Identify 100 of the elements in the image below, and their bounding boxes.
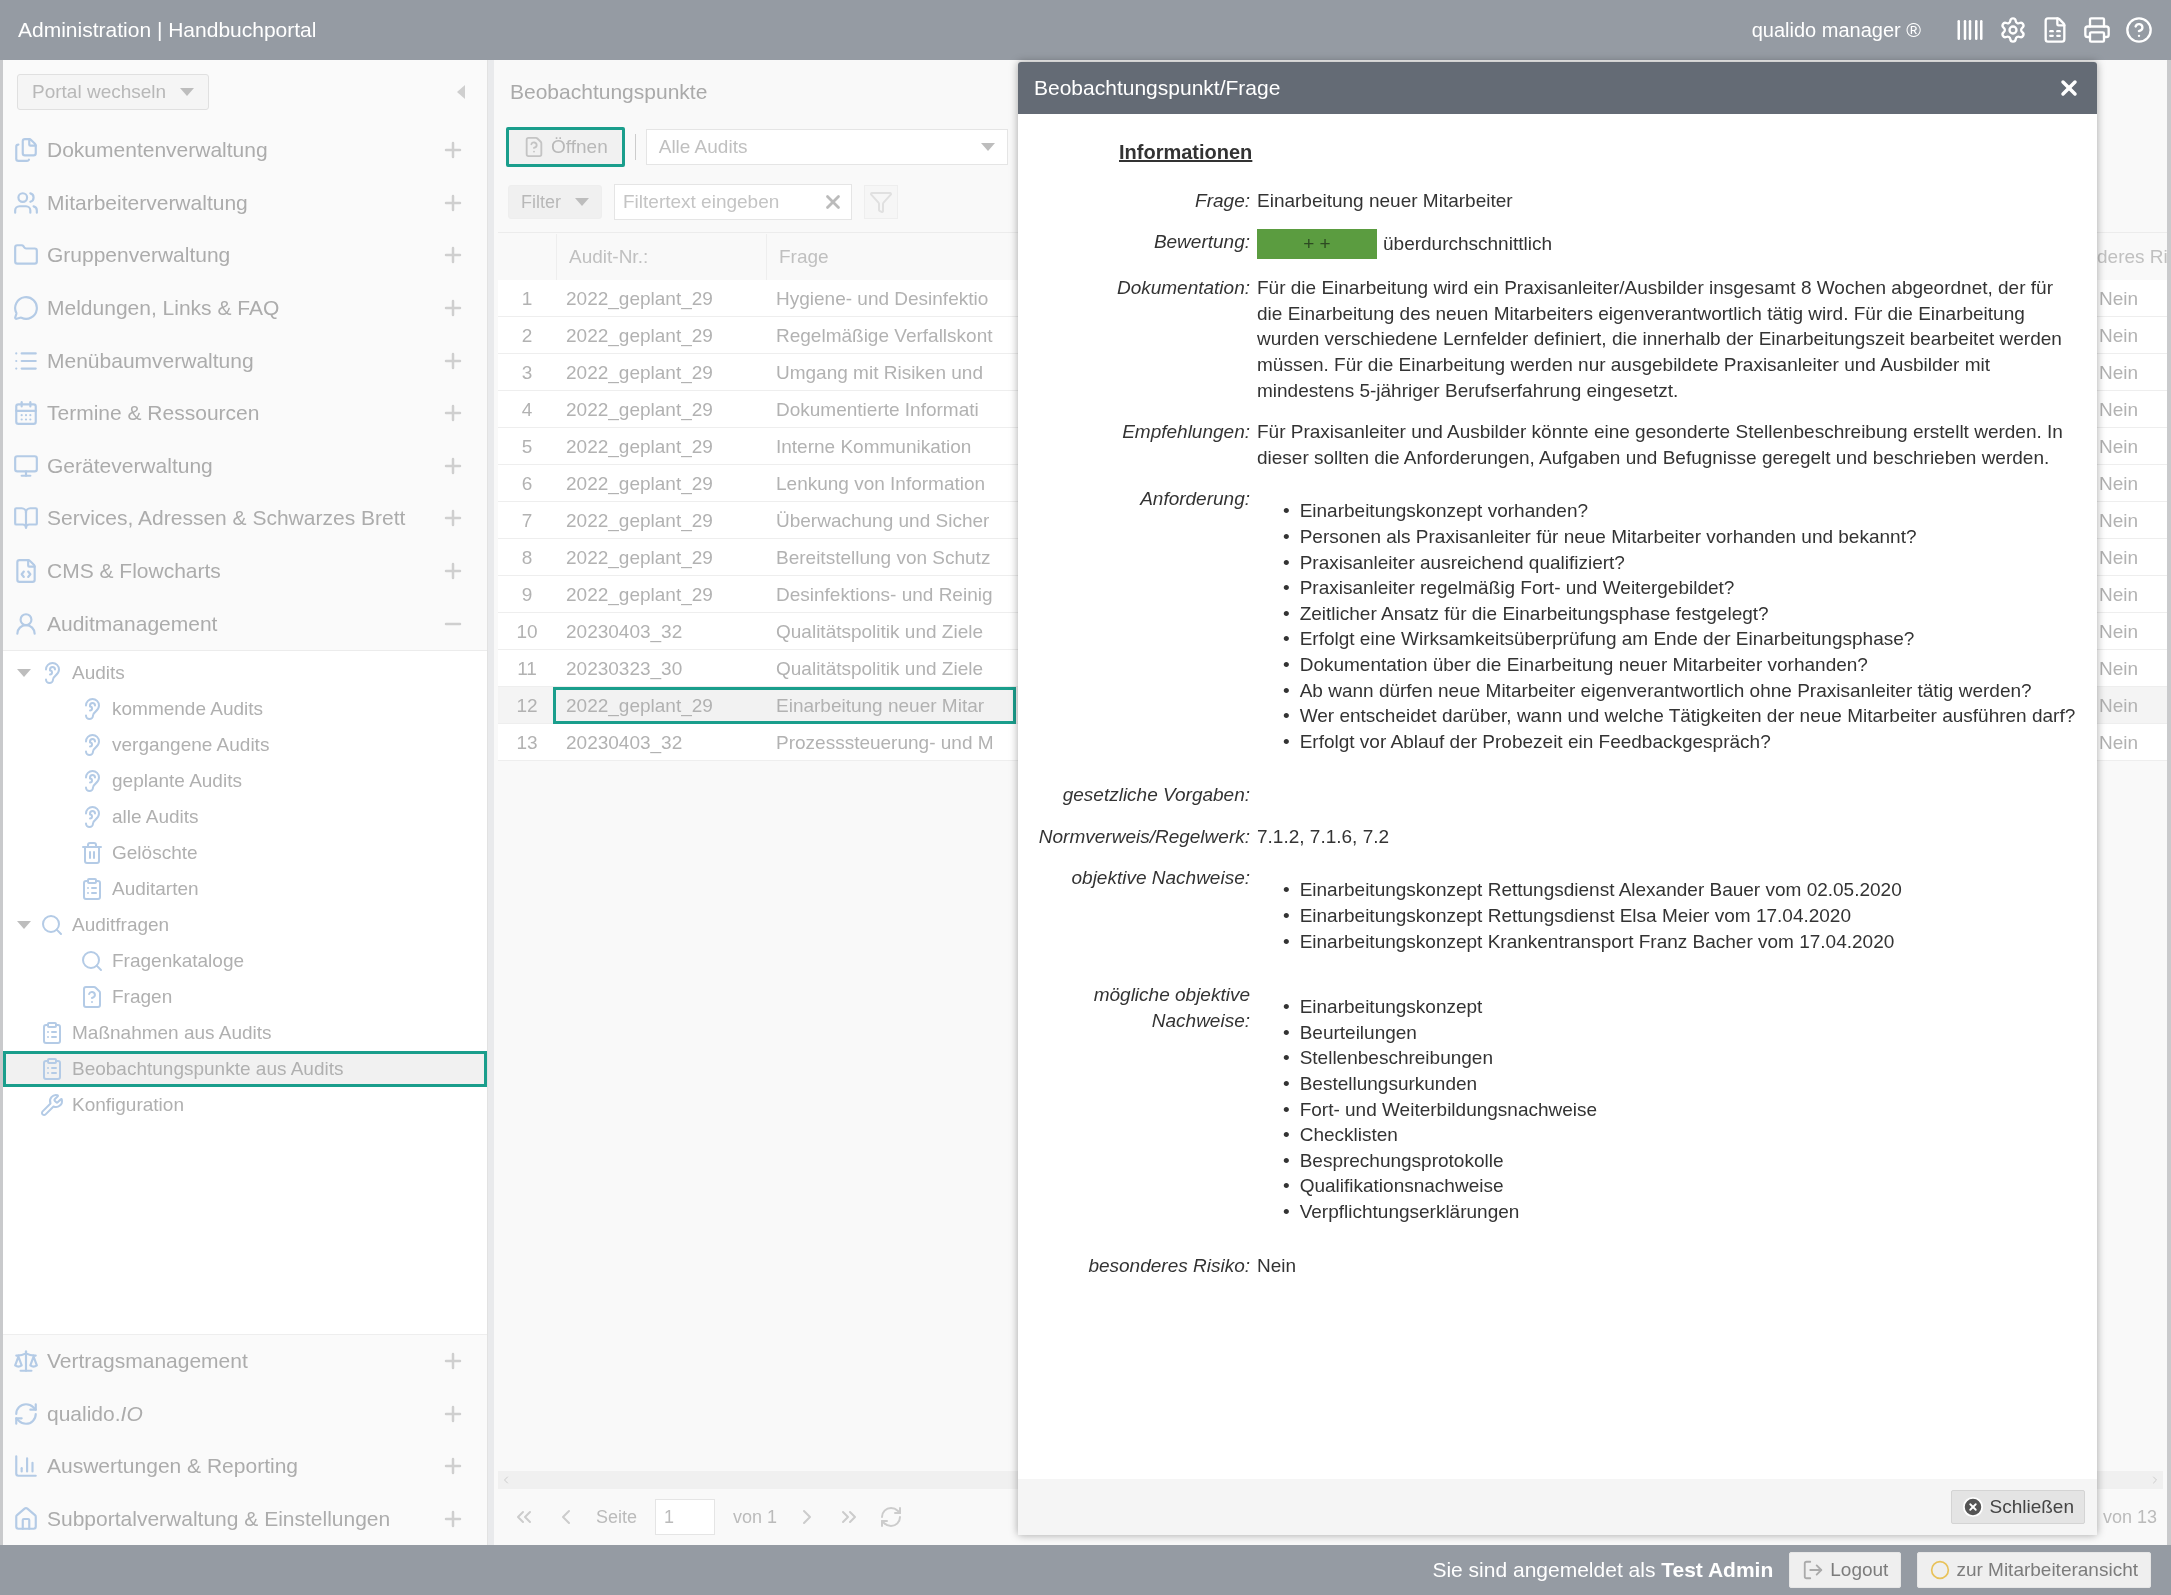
table-cell-text: 2022_geplant_29 [565, 287, 714, 310]
close-button[interactable]: Schließen [1950, 1490, 2085, 1524]
bullet: • [1283, 678, 1290, 703]
employee-view-button[interactable]: zur Mitarbeiteransicht [1917, 1552, 2151, 1588]
open-button[interactable]: Öffnen [506, 127, 625, 167]
row-number: 10 [515, 620, 539, 643]
tree-item[interactable]: geplante Audits [3, 762, 487, 799]
tree-item[interactable]: Maßnahmen aus Audits [3, 1014, 487, 1051]
filter-button[interactable]: Filter [508, 185, 602, 219]
login-status: Sie sind angemeldet als Test Admin [1432, 1558, 1774, 1582]
settings-icon[interactable] [1999, 16, 2027, 44]
sidebar-item[interactable]: Termine & Ressourcen [13, 400, 260, 427]
table-row[interactable]: 2022_geplant_29 Desinfektions- und Reinig [553, 576, 1016, 613]
clipboard-icon [40, 1020, 64, 1045]
row-number: 12 [515, 694, 539, 717]
sidebar-item[interactable]: Gruppenverwaltung [13, 242, 231, 269]
tree-item[interactable]: Gelöschte [3, 834, 487, 871]
refresh-icon[interactable] [879, 1505, 904, 1529]
sidebar-item[interactable]: Meldungen, Links & FAQ [13, 295, 280, 322]
sidebar-item[interactable]: Services, Adressen & Schwarzes Brett [13, 505, 406, 532]
list-item: Zeitlicher Ansatz für die Einarbeitungsphase festgelegt? [1299, 601, 1769, 626]
table-row[interactable]: 2022_geplant_29 Einarbeitung neuer Mitar [553, 687, 1016, 724]
table-row[interactable]: 2022_geplant_29 Dokumentierte Informati [553, 391, 1016, 428]
row-number: 4 [520, 398, 534, 421]
caret-icon [980, 143, 995, 151]
bullet: • [1283, 652, 1290, 677]
row-number: 5 [520, 435, 534, 458]
table-cell-text: 2022_geplant_29 [565, 324, 714, 347]
table-row[interactable]: 20230403_32 Prozesssteuerung- und M [553, 724, 1016, 761]
table-row[interactable]: 20230403_32 Qualitätspolitik und Ziele [553, 613, 1016, 650]
column-header[interactable]: Frage [766, 233, 1016, 280]
field-label: Normverweis/Regelwerk: [1037, 824, 1250, 849]
page-field[interactable]: 1 [655, 1499, 716, 1535]
funnel-button[interactable] [864, 185, 898, 219]
portal-select[interactable]: Portal wechseln [17, 74, 210, 110]
table-row[interactable]: 2022_geplant_29 Umgang mit Risiken und [553, 354, 1016, 391]
table-cell-text: Nein [2098, 731, 2140, 754]
table-cell-text: Umgang mit Risiken und [775, 361, 984, 384]
caret-icon[interactable] [17, 920, 31, 929]
printer-icon[interactable] [2083, 16, 2111, 44]
table-row[interactable]: 20230323_30 Qualitätspolitik und Ziele [553, 650, 1016, 687]
row-number: 7 [520, 509, 534, 532]
sidebar-item[interactable]: Auditmanagement [13, 610, 218, 637]
sidebar-item[interactable]: Menübaumverwaltung [13, 347, 254, 374]
sidebar-item[interactable]: Auswertungen & Reporting [13, 1453, 298, 1480]
bullet: • [1283, 1123, 1290, 1148]
tree-item[interactable]: Auditfragen [3, 906, 487, 943]
logout-button[interactable]: Logout [1789, 1552, 1902, 1588]
tree-item[interactable]: alle Audits [3, 798, 487, 835]
sidebar-item[interactable]: Dokumentenverwaltung [13, 137, 268, 164]
table-row[interactable]: 2022_geplant_29 Überwachung und Sicher [553, 502, 1016, 539]
list-item: Personen als Praxisanleiter für neue Mitarbeiter vorhanden und bekannt? [1299, 524, 1917, 549]
sidebar-item[interactable]: Geräteverwaltung [13, 452, 213, 479]
table-cell-text: Qualitätspolitik und Ziele [775, 657, 984, 680]
magnifier-icon [80, 948, 104, 973]
house-icon [13, 1505, 39, 1532]
table-row[interactable]: 2022_geplant_29 Regelmäßige Verfallskont [553, 317, 1016, 354]
column-header[interactable]: deres Ri [2093, 245, 2167, 268]
table-cell-text: Dokumentierte Informati [775, 398, 980, 421]
tree-item[interactable]: Audits [3, 654, 487, 691]
row-number: 13 [515, 731, 539, 754]
question-file-icon [523, 136, 545, 158]
table-cell-text: 2022_geplant_29 [565, 472, 714, 495]
rating-badge: + + [1257, 229, 1377, 260]
tree-item[interactable]: kommende Audits [3, 690, 487, 727]
column-header[interactable]: Audit-Nr.: [556, 233, 766, 280]
field-label: mögliche objektive Nachweise: [1092, 983, 1250, 1033]
list-item: Einarbeitungskonzept [1299, 995, 1483, 1020]
audit-select[interactable]: Alle Audits [645, 129, 1008, 165]
tree-item[interactable]: Fragenkataloge [3, 942, 487, 979]
table-cell-text: 2022_geplant_29 [565, 694, 714, 717]
tree-item[interactable]: Beobachtungspunkte aus Audits [3, 1050, 487, 1087]
collapse-sidebar-icon[interactable] [457, 85, 465, 99]
row-number: 11 [516, 657, 538, 680]
list-item: Fort- und Weiterbildungsnachweise [1299, 1097, 1598, 1122]
list-item: Einarbeitungskonzept Rettungsdienst Alexander Bauer vom 02.05.2020 [1299, 878, 1902, 903]
tree-item[interactable]: Auditarten [3, 870, 487, 907]
bullet: • [1283, 550, 1290, 575]
users-icon [13, 189, 39, 216]
caret-icon[interactable] [17, 668, 31, 677]
tree-item[interactable]: Konfiguration [3, 1086, 487, 1123]
sidebar-item[interactable]: Mitarbeiterverwaltung [13, 189, 248, 216]
chat-bubble-icon [13, 295, 39, 322]
table-row[interactable]: 2022_geplant_29 Hygiene- und Desinfektio [553, 280, 1016, 317]
sidebar-item[interactable]: Subportalverwaltung & Einstellungen [13, 1505, 391, 1532]
tree-item[interactable]: Fragen [3, 978, 487, 1015]
table-row[interactable]: 2022_geplant_29 Lenkung von Information [553, 465, 1016, 502]
sidebar-item[interactable]: qualido.IO [13, 1400, 143, 1427]
table-row[interactable]: 2022_geplant_29 Bereitstellung von Schutz [553, 539, 1016, 576]
list-item: Einarbeitungskonzept Rettungsdienst Elsa Meier vom 17.04.2020 [1299, 904, 1851, 929]
filter-field[interactable]: Filtertext eingeben [614, 184, 852, 220]
sidebar-item[interactable]: Vertragsmanagement [13, 1347, 248, 1374]
sidebar-item[interactable]: CMS & Flowcharts [13, 558, 221, 585]
help-icon[interactable] [2125, 16, 2153, 44]
table-row[interactable]: 2022_geplant_29 Interne Kommunikation [553, 428, 1016, 465]
tree-item[interactable]: vergangene Audits [3, 726, 487, 763]
bullet: • [1283, 729, 1290, 754]
table-cell-text: Überwachung und Sicher [775, 509, 991, 532]
table-cell-text: Hygiene- und Desinfektio [775, 287, 990, 310]
bullet: • [1283, 524, 1290, 549]
